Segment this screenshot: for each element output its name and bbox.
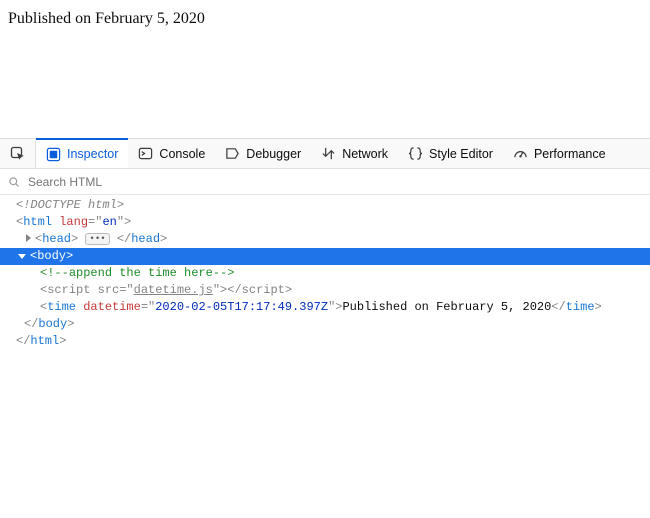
tab-inspector[interactable]: Inspector [36, 138, 128, 168]
devtools-panel: Inspector Console Debugger Network [0, 138, 650, 352]
tab-label: Console [159, 147, 205, 161]
page-content: Published on February 5, 2020 [0, 0, 650, 138]
ellipsis-badge[interactable]: ••• [85, 233, 109, 245]
node-body-open[interactable]: <body> [0, 248, 650, 265]
node-body-close[interactable]: </body> [0, 316, 650, 333]
inspector-icon [46, 147, 61, 162]
console-icon [138, 146, 153, 161]
devtools-toolbar: Inspector Console Debugger Network [0, 139, 650, 169]
debugger-icon [225, 146, 240, 161]
search-icon [8, 176, 20, 188]
tab-label: Performance [534, 147, 606, 161]
tab-performance[interactable]: Performance [503, 139, 616, 169]
tab-label: Inspector [67, 147, 118, 161]
tab-label: Debugger [246, 147, 301, 161]
html-search-bar[interactable] [0, 169, 650, 195]
tab-label: Network [342, 147, 388, 161]
tab-network[interactable]: Network [311, 139, 398, 169]
html-search-input[interactable] [26, 174, 642, 190]
published-text: Published on February 5, 2020 [8, 10, 205, 27]
node-time[interactable]: <time datetime="2020-02-05T17:17:49.397Z… [0, 299, 650, 316]
tab-label: Style Editor [429, 147, 493, 161]
node-head[interactable]: <head> ••• </head> [0, 231, 650, 248]
element-picker-button[interactable] [0, 139, 36, 169]
tab-style-editor[interactable]: Style Editor [398, 139, 503, 169]
expand-toggle-icon[interactable] [26, 234, 31, 242]
element-picker-icon [10, 146, 26, 162]
tab-debugger[interactable]: Debugger [215, 139, 311, 169]
node-html-close[interactable]: </html> [0, 333, 650, 350]
collapse-toggle-icon[interactable] [18, 254, 26, 259]
style-editor-icon [408, 146, 423, 161]
performance-icon [513, 146, 528, 161]
network-icon [321, 146, 336, 161]
node-html-open[interactable]: <html lang="en"> [0, 214, 650, 231]
tab-console[interactable]: Console [128, 139, 215, 169]
node-doctype[interactable]: <!DOCTYPE html> [0, 197, 650, 214]
markup-view[interactable]: <!DOCTYPE html> <html lang="en"> <head> … [0, 195, 650, 352]
node-script[interactable]: <script src="datetime.js"></script> [0, 282, 650, 299]
node-comment[interactable]: <!--append the time here--> [0, 265, 650, 282]
